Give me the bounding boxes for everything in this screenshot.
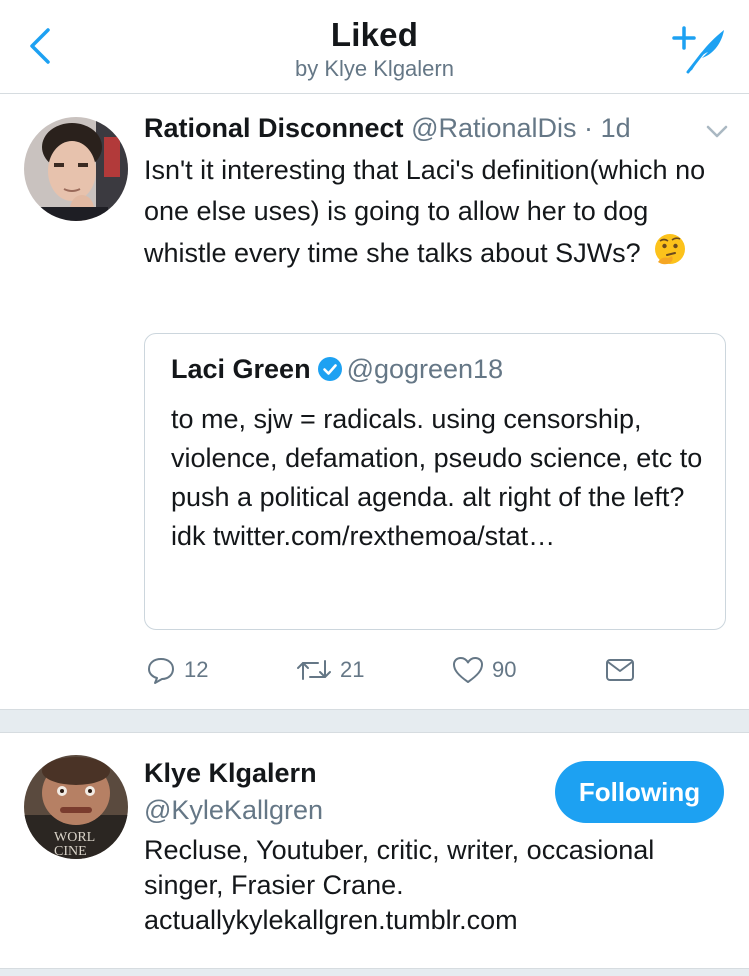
direct-message-button[interactable]	[604, 652, 636, 688]
like-button[interactable]: 90	[452, 652, 516, 688]
compose-tweet-button[interactable]	[672, 20, 732, 76]
tweet-body: Isn't it interesting that Laci's definit…	[144, 155, 706, 268]
tweet-author-name[interactable]: Rational Disconnect	[144, 113, 404, 143]
following-button[interactable]: Following	[555, 761, 724, 823]
user-display-name[interactable]: Klye Klgalern	[144, 758, 317, 789]
page-title: Liked	[330, 16, 419, 53]
bottom-divider	[0, 968, 749, 976]
reply-icon	[148, 658, 174, 684]
like-count: 90	[492, 657, 517, 682]
heart-icon	[453, 657, 483, 683]
quoted-tweet[interactable]: Laci Green @gogreen18 to me, sjw = radic…	[144, 333, 726, 630]
tweet-time-separator: ·	[584, 113, 594, 143]
compose-tweet-icon	[672, 26, 724, 74]
top-nav-bar: Liked by Klye Klgalern	[0, 0, 749, 94]
avatar-rational-disconnect[interactable]	[24, 117, 128, 221]
page-subtitle: by Klye Klgalern	[295, 56, 454, 81]
tweet-author-handle[interactable]: @RationalDis	[411, 113, 576, 143]
chevron-down-icon	[706, 125, 728, 138]
reply-button[interactable]: 12	[146, 652, 208, 688]
tweet-text: Isn't it interesting that Laci's definit…	[144, 150, 724, 274]
reply-count: 12	[184, 657, 209, 682]
tweet-options-button[interactable]	[702, 118, 732, 144]
quoted-author-handle: @gogreen18	[346, 354, 504, 384]
tweet-timestamp[interactable]: 1d	[601, 113, 631, 143]
svg-text:WORL: WORL	[54, 830, 95, 845]
retweet-icon	[297, 660, 331, 680]
retweet-count: 21	[340, 657, 365, 682]
avatar-klye-klgalern[interactable]: WORL CINE	[24, 755, 128, 859]
section-divider	[0, 709, 749, 733]
thinking-face-emoji-icon	[655, 234, 686, 265]
retweet-button[interactable]: 21	[296, 652, 364, 688]
user-bio: Recluse, Youtuber, critic, writer, occas…	[144, 835, 655, 935]
user-handle[interactable]: @KyleKallgren	[144, 795, 323, 826]
envelope-icon	[606, 659, 634, 681]
quoted-tweet-header: Laci Green @gogreen18	[171, 354, 503, 385]
tweet-header: Rational Disconnect @RationalDis · 1d	[144, 113, 631, 144]
quoted-author-name: Laci Green	[171, 354, 311, 384]
verified-badge-icon	[317, 357, 342, 381]
quoted-tweet-text: to me, sjw = radicals. using censorship,…	[171, 404, 703, 551]
